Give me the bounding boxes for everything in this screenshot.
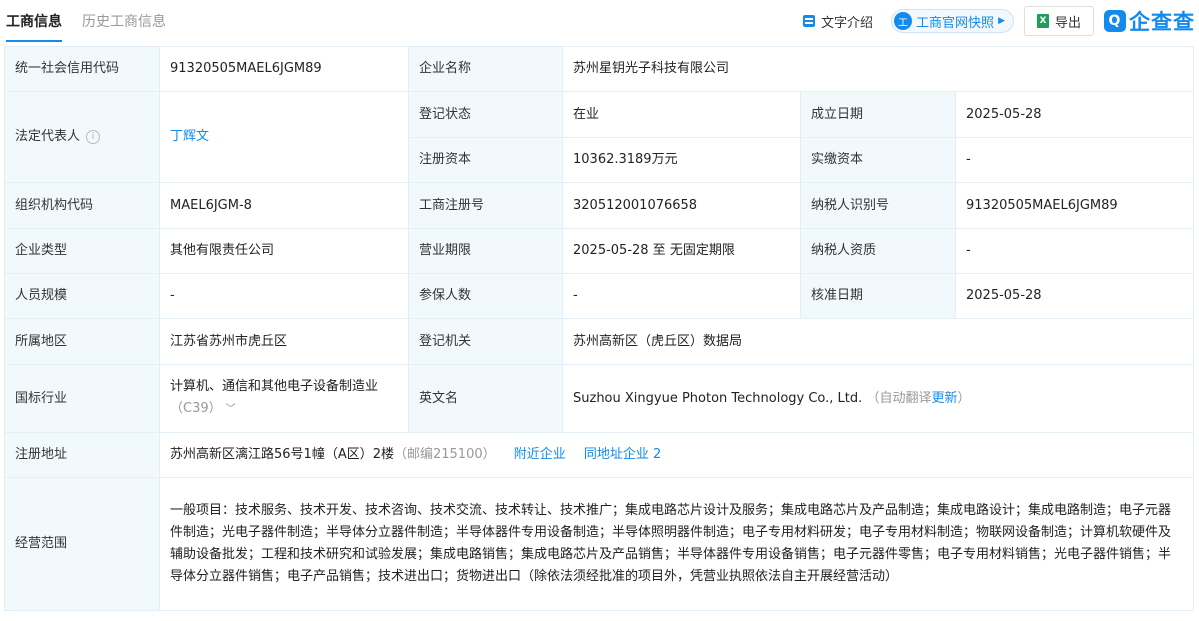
english-name-label: 英文名	[408, 364, 563, 433]
address-value: 苏州高新区漓江路56号1幢（A区）2楼	[170, 447, 394, 462]
paid-capital-value: -	[954, 137, 1195, 183]
address-label: 注册地址	[4, 432, 160, 478]
reg-authority-label: 登记机关	[408, 318, 563, 365]
industry-code: （C39）	[170, 401, 222, 416]
business-info-table: 统一社会信用代码 91320505MAEL6JGM89 企业名称 苏州星钥光子科…	[4, 46, 1195, 611]
postcode: （邮编215100）	[393, 447, 496, 462]
industry-cell: 计算机、通信和其他电子设备制造业 （C39） ﹀	[159, 364, 409, 433]
excel-icon: X	[1036, 14, 1049, 28]
same-address-companies-link[interactable]: 同地址企业 2	[584, 447, 661, 462]
table-row: 国标行业 计算机、通信和其他电子设备制造业 （C39） ﹀ 英文名 Suzhou …	[4, 364, 1195, 433]
credit-code-value: 91320505MAEL6JGM89	[159, 46, 409, 92]
table-row: 经营范围 一般项目：技术服务、技术开发、技术咨询、技术交流、技术转让、技术推广；…	[4, 477, 1195, 611]
table-row: 企业类型 其他有限责任公司 营业期限 2025-05-28 至 无固定期限 纳税…	[4, 228, 1195, 274]
tab-business-info[interactable]: 工商信息	[6, 12, 62, 42]
tab-history-business-info[interactable]: 历史工商信息	[82, 12, 166, 32]
taxpayer-qual-label: 纳税人资质	[800, 228, 956, 274]
reg-no-value: 320512001076658	[562, 182, 801, 229]
reg-capital-label: 注册资本	[408, 137, 563, 183]
toolbar: 文字介绍 工 工商官网快照 ▶ X 导出 Q 企查查	[803, 5, 1195, 37]
scope-value: 一般项目：技术服务、技术开发、技术咨询、技术交流、技术转让、技术推广；集成电路芯…	[158, 477, 1195, 611]
region-label: 所属地区	[4, 318, 160, 365]
approval-date-value: 2025-05-28	[954, 273, 1195, 319]
english-name-value: Suzhou Xingyue Photon Technology Co., Lt…	[573, 390, 863, 406]
reg-status-value: 在业	[562, 91, 801, 138]
region-value: 江苏省苏州市虎丘区	[159, 318, 409, 365]
nearby-companies-link[interactable]: 附近企业	[514, 447, 566, 462]
scope-label: 经营范围	[4, 477, 160, 611]
export-button[interactable]: X 导出	[1023, 6, 1094, 36]
triangle-right-icon: ▶	[998, 16, 1005, 26]
industry-label: 国标行业	[4, 364, 160, 433]
staff-size-value: -	[159, 273, 409, 319]
industry-value: 计算机、通信和其他电子设备制造业	[170, 379, 379, 394]
taxpayer-id-label: 纳税人识别号	[800, 182, 956, 229]
found-date-label: 成立日期	[800, 91, 956, 138]
company-type-value: 其他有限责任公司	[159, 228, 409, 274]
biz-term-value: 2025-05-28 至 无固定期限	[562, 228, 801, 274]
paid-capital-label: 实缴资本	[800, 137, 956, 183]
auto-translate-note: （自动翻译	[866, 390, 932, 406]
table-row: 法定代表人 i 丁辉文 登记状态 在业 成立日期 2025-05-28	[4, 91, 1195, 183]
export-label: 导出	[1054, 15, 1081, 31]
update-link[interactable]: 更新	[931, 391, 957, 406]
info-icon[interactable]: i	[86, 129, 101, 144]
table-row: 注册地址 苏州高新区漓江路56号1幢（A区）2楼（邮编215100） 附近企业 …	[4, 432, 1195, 478]
logo-mark-icon: Q	[1104, 10, 1126, 32]
staff-size-label: 人员规模	[4, 273, 160, 319]
credit-code-label: 统一社会信用代码	[4, 46, 160, 92]
legal-rep-cell: 丁辉文	[159, 91, 409, 183]
text-intro-button[interactable]: 文字介绍	[803, 12, 891, 31]
legal-rep-label-cell: 法定代表人 i	[4, 91, 160, 183]
address-cell: 苏州高新区漓江路56号1幢（A区）2楼（邮编215100） 附近企业 同地址企业…	[158, 432, 1195, 478]
taxpayer-qual-value: -	[954, 228, 1195, 274]
official-snapshot-label: 工商官网快照	[916, 15, 995, 31]
company-name-value: 苏州星钥光子科技有限公司	[561, 46, 1195, 92]
qichacha-logo: Q 企查查	[1104, 6, 1195, 36]
found-date-value: 2025-05-28	[954, 91, 1195, 138]
top-bar: 工商信息 历史工商信息 文字介绍 工 工商官网快照 ▶ X 导出 Q 企查查	[0, 0, 1199, 44]
reg-no-label: 工商注册号	[408, 182, 563, 229]
official-snapshot-button[interactable]: 工 工商官网快照 ▶	[891, 9, 1014, 33]
insured-label: 参保人数	[408, 273, 563, 319]
close-paren: ）	[957, 390, 971, 406]
org-code-label: 组织机构代码	[4, 182, 160, 229]
chevron-down-icon: ﹀	[225, 404, 236, 415]
taxpayer-id-value: 91320505MAEL6JGM89	[954, 182, 1195, 229]
approval-date-label: 核准日期	[800, 273, 956, 319]
table-row: 所属地区 江苏省苏州市虎丘区 登记机关 苏州高新区（虎丘区）数据局	[4, 318, 1195, 365]
english-name-cell: Suzhou Xingyue Photon Technology Co., Lt…	[561, 364, 1195, 433]
document-icon	[803, 15, 816, 27]
company-name-label: 企业名称	[408, 46, 563, 92]
reg-status-label: 登记状态	[408, 91, 563, 138]
snapshot-icon: 工	[894, 12, 913, 30]
legal-rep-link[interactable]: 丁辉文	[170, 129, 209, 144]
biz-term-label: 营业期限	[408, 228, 563, 274]
table-row: 统一社会信用代码 91320505MAEL6JGM89 企业名称 苏州星钥光子科…	[4, 46, 1195, 92]
logo-text: 企查查	[1129, 10, 1195, 34]
legal-rep-label: 法定代表人	[15, 129, 81, 144]
table-row: 组织机构代码 MAEL6JGM-8 工商注册号 320512001076658 …	[4, 182, 1195, 229]
industry-code-toggle[interactable]: （C39） ﹀	[170, 398, 398, 421]
text-intro-label: 文字介绍	[821, 15, 874, 31]
insured-value: -	[562, 273, 801, 319]
company-type-label: 企业类型	[4, 228, 160, 274]
table-row: 人员规模 - 参保人数 - 核准日期 2025-05-28	[4, 273, 1195, 319]
reg-authority-value: 苏州高新区（虎丘区）数据局	[561, 318, 1195, 365]
reg-capital-value: 10362.3189万元	[562, 137, 801, 183]
org-code-value: MAEL6JGM-8	[159, 182, 409, 229]
